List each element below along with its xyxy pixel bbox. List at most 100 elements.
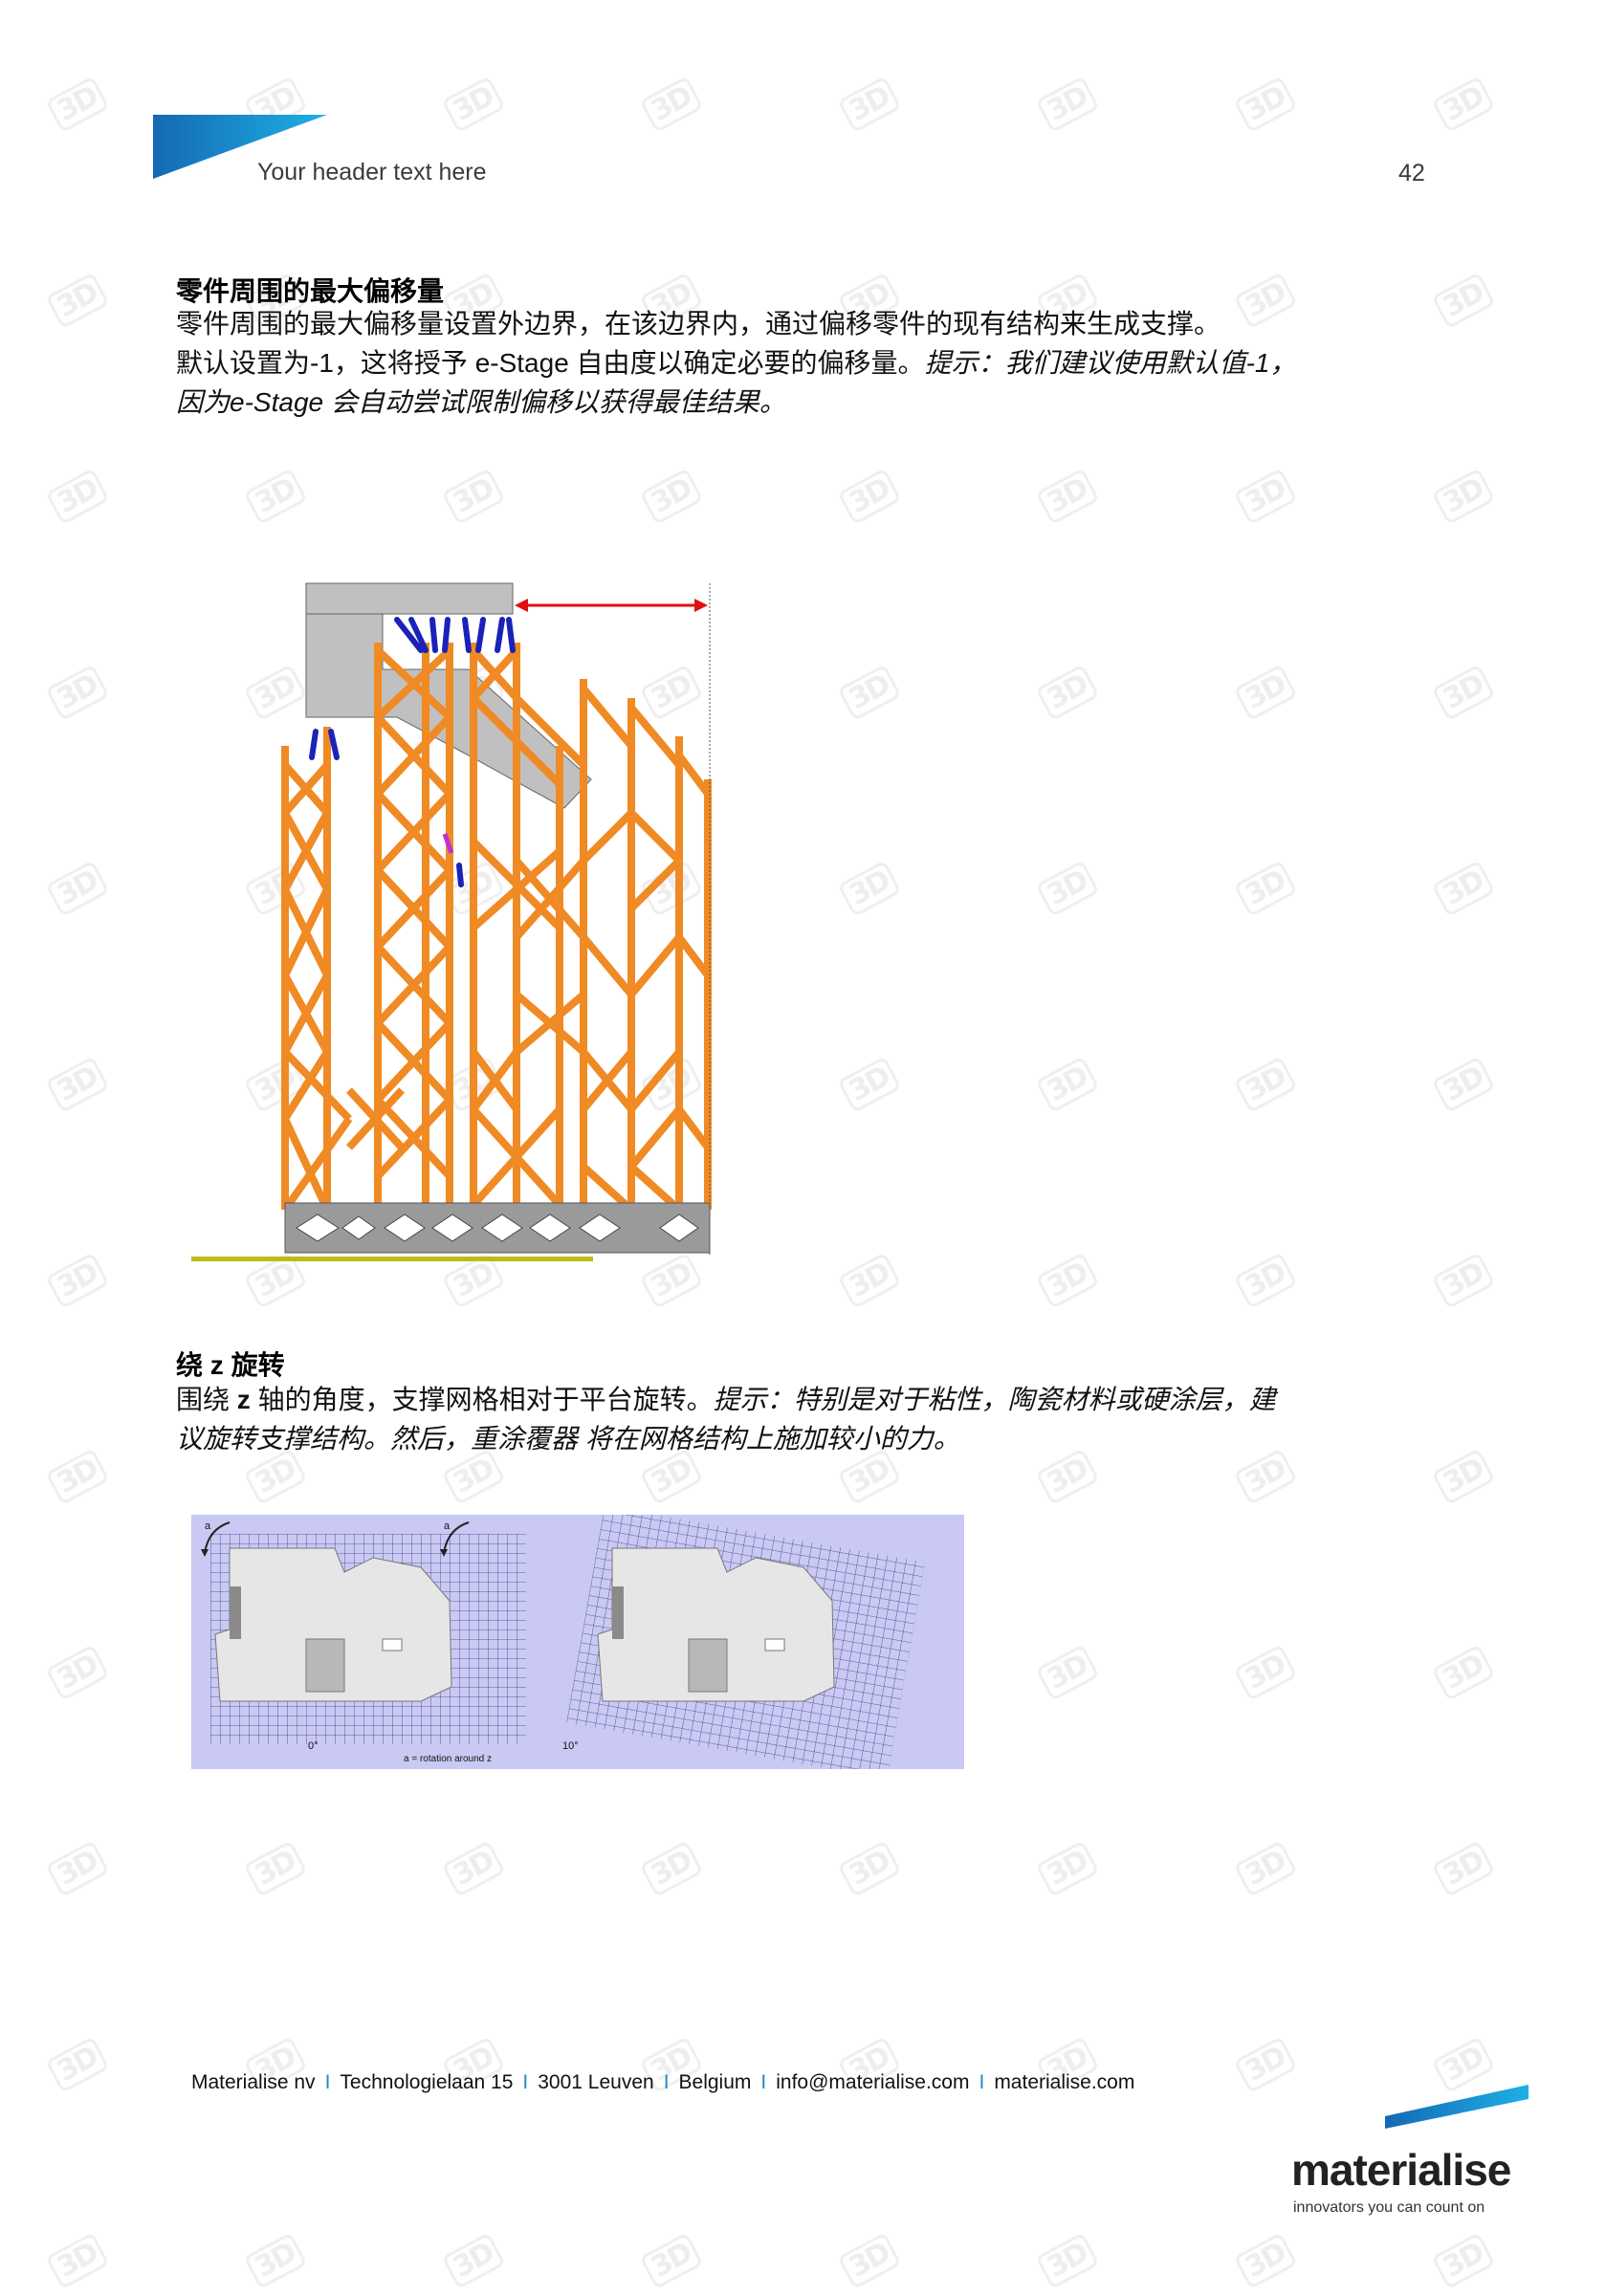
section-title-rotation: 绕 z 旋转 (176, 1345, 285, 1383)
footer-city: 3001 Leuven (538, 2071, 654, 2093)
footer-company: Materialise nv (191, 2071, 316, 2093)
text-run: ，这将授予 (333, 348, 475, 378)
paragraph-line: 零件周围的最大偏移量设置外边界，在该边界内，通过偏移零件的现有结构来生成支撑。 (176, 309, 1221, 339)
footer-separator: I (522, 2071, 529, 2093)
watermark-tile: 3D (1035, 38, 1174, 140)
watermark-tile: 3D (1035, 1607, 1174, 1708)
watermark-tile: 3D (837, 1214, 976, 1316)
text-run: 围绕 (176, 1385, 231, 1414)
rotation-illustration (201, 1515, 926, 1769)
watermark-tile: 3D (45, 1607, 184, 1708)
logo-wordmark: materialise (1291, 2145, 1511, 2195)
watermark-tile: 3D (45, 822, 184, 924)
text-run: 旋转 (231, 1350, 285, 1380)
rotation-arrowhead-icon (201, 1549, 209, 1557)
watermark-tile: 3D (1035, 1803, 1174, 1904)
watermark-tile: 3D (1233, 1214, 1372, 1316)
text-run: e-Stage (474, 348, 569, 378)
footer-country: Belgium (678, 2071, 752, 2093)
footer-email-link[interactable]: info@materialise.com (776, 2071, 969, 2093)
watermark-tile: 3D (243, 1803, 382, 1904)
watermark-tile: 3D (243, 2195, 382, 2296)
logo-tagline: innovators you can count on (1293, 2199, 1485, 2216)
watermark-tile: 3D (1431, 1018, 1570, 1120)
text-run: z (230, 1385, 258, 1414)
logo-triangle-icon (1385, 2085, 1529, 2129)
watermark-tile: 3D (45, 1410, 184, 1512)
watermark-tile: 3D (639, 38, 778, 140)
footer-street: Technologielaan 15 (340, 2071, 514, 2093)
text-run: -1 (310, 348, 334, 378)
paragraph-line: 议旋转支撑结构。然后，重涂覆器 将在网格结构上施加较小的力。 (176, 1419, 1439, 1458)
text-run: 绕 (176, 1350, 204, 1380)
watermark-tile: 3D (441, 1803, 580, 1904)
header-text: Your header text here (257, 159, 487, 186)
support-offset-figure (191, 582, 712, 1261)
watermark-tile: 3D (639, 1803, 778, 1904)
watermark-tile: 3D (1431, 1607, 1570, 1708)
tip-text: 会自动尝试限制偏移以获得最佳结果。 (323, 387, 786, 417)
support-base (284, 1202, 711, 1254)
paragraph-line: 默认设置为-1，这将授予 e-Stage 自由度以确定必要的偏移量。提示：我们建… (176, 343, 1439, 383)
watermark-tile: 3D (45, 1214, 184, 1316)
watermark-tile: 3D (45, 234, 184, 336)
watermark-tile: 3D (837, 2195, 976, 2296)
watermark-tile: 3D (1035, 1018, 1174, 1120)
footer-separator: I (663, 2071, 670, 2093)
angle-label-10: 10° (562, 1740, 579, 1752)
watermark-tile: 3D (1233, 1018, 1372, 1120)
watermark-tile: 3D (1233, 822, 1372, 924)
watermark-tile: 3D (837, 1803, 976, 1904)
materialise-logo: materialise innovators you can count on (1289, 2085, 1529, 2219)
text-run: 轴的角度，支撑网格相对于平台旋转。 (257, 1385, 714, 1414)
rotation-figure: a a 0° 10° a = rotation around z (191, 1515, 964, 1769)
watermark-tile: 3D (441, 38, 580, 140)
section-title-max-offset: 零件周围的最大偏移量 (176, 276, 445, 306)
section-body-max-offset: 零件周围的最大偏移量设置外边界，在该边界内，通过偏移零件的现有结构来生成支撑。 … (176, 304, 1439, 422)
watermark-tile: 3D (1431, 626, 1570, 728)
axis-label-a: a (205, 1520, 211, 1532)
watermark-tile: 3D (45, 430, 184, 532)
watermark-tile: 3D (45, 1803, 184, 1904)
watermark-tile: 3D (639, 430, 778, 532)
watermark-tile: 3D (1233, 1607, 1372, 1708)
offset-arrow-icon (515, 599, 708, 612)
watermark-tile: 3D (45, 2195, 184, 2296)
watermark-tile: 3D (1035, 1214, 1174, 1316)
text-run: 自由度以确定必要的偏移量。 (568, 348, 925, 378)
watermark-tile: 3D (1431, 1214, 1570, 1316)
watermark-tile: 3D (837, 822, 976, 924)
footer-separator: I (760, 2071, 767, 2093)
footer-address: Materialise nv I Technologielaan 15 I 3001 L… (191, 2071, 1134, 2094)
tip-text: 提示：我们建议使用默认值 (924, 348, 1246, 378)
axis-label-a: a (444, 1520, 451, 1532)
footer-website-link[interactable]: materialise.com (994, 2071, 1134, 2093)
watermark-tile: 3D (441, 430, 580, 532)
watermark-tile: 3D (45, 1018, 184, 1120)
watermark-tile: 3D (1431, 430, 1570, 532)
watermark-tile: 3D (1431, 1803, 1570, 1904)
angle-label-0: 0° (308, 1740, 319, 1752)
watermark-tile: 3D (243, 430, 382, 532)
watermark-tile: 3D (837, 430, 976, 532)
page-number: 42 (1398, 160, 1425, 186)
watermark-tile: 3D (1431, 234, 1570, 336)
watermark-tile: 3D (1233, 626, 1372, 728)
tip-text: e-Stage (230, 387, 324, 417)
text-run: 默认设置为 (176, 348, 311, 378)
watermark-tile: 3D (45, 1999, 184, 2100)
watermark-tile: 3D (1233, 1803, 1372, 1904)
watermark-tile: 3D (639, 2195, 778, 2296)
watermark-tile: 3D (1035, 626, 1174, 728)
watermark-tile: 3D (441, 2195, 580, 2296)
watermark-tile: 3D (45, 626, 184, 728)
watermark-tile: 3D (1233, 38, 1372, 140)
watermark-tile: 3D (1035, 430, 1174, 532)
watermark-tile: 3D (837, 1018, 976, 1120)
watermark-tile: 3D (1431, 822, 1570, 924)
watermark-tile: 3D (837, 626, 976, 728)
section-body-rotation: 围绕 z 轴的角度，支撑网格相对于平台旋转。提示：特别是对于粘性，陶瓷材料或硬涂… (176, 1380, 1439, 1458)
part-0deg (214, 1547, 452, 1702)
watermark-tile: 3D (1431, 38, 1570, 140)
tip-text: 提示：特别是对于粘性，陶瓷材料或硬涂层，建 (713, 1385, 1276, 1414)
